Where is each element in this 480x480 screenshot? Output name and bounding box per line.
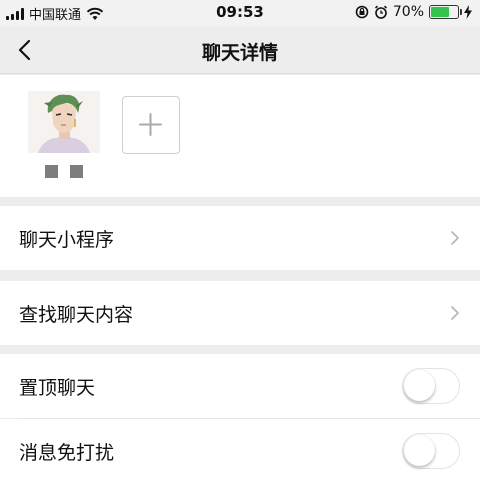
battery-percent: 70% [392, 4, 424, 20]
status-right: 70% [355, 4, 472, 20]
cell-label: 消息免打扰 [19, 442, 115, 464]
mute-toggle[interactable] [402, 433, 460, 469]
redaction-block [45, 165, 58, 178]
page-title: 聊天详情 [201, 42, 278, 64]
cell-chat-mini-programs[interactable]: 聊天小程序 [0, 206, 480, 270]
screen-lock-icon [355, 5, 369, 19]
members-section [0, 75, 480, 197]
chat-details-screen: 中国联通 09:53 70% 聊天详情 聊天小程序 查找聊天内容 置顶聊天 消息… [0, 0, 480, 480]
status-bar: 中国联通 09:53 70% [0, 0, 480, 26]
cell-label: 置顶聊天 [19, 377, 96, 399]
plus-icon [139, 113, 162, 136]
toggle-knob [404, 435, 435, 466]
battery-icon [429, 5, 462, 19]
cell-label: 查找聊天内容 [19, 304, 134, 326]
navigation-bar: 聊天详情 [0, 26, 480, 74]
avatar[interactable] [28, 91, 100, 153]
toggle-knob [404, 370, 435, 401]
chevron-right-icon [451, 231, 459, 245]
add-member-button[interactable] [122, 96, 180, 154]
cell-mute-notifications: 消息免打扰 [0, 419, 480, 480]
cell-label: 聊天小程序 [19, 229, 115, 251]
charging-icon [464, 5, 472, 19]
alarm-icon [374, 5, 387, 19]
anime-character-avatar [28, 91, 100, 153]
cell-pin-chat: 置顶聊天 [0, 354, 480, 418]
member-item[interactable] [28, 91, 100, 179]
battery-fill [431, 7, 450, 17]
pin-chat-toggle[interactable] [402, 368, 460, 404]
cell-search-chat-content[interactable]: 查找聊天内容 [0, 281, 480, 345]
redaction-block [70, 165, 83, 178]
member-name-redacted [28, 165, 100, 179]
chevron-right-icon [451, 306, 459, 320]
